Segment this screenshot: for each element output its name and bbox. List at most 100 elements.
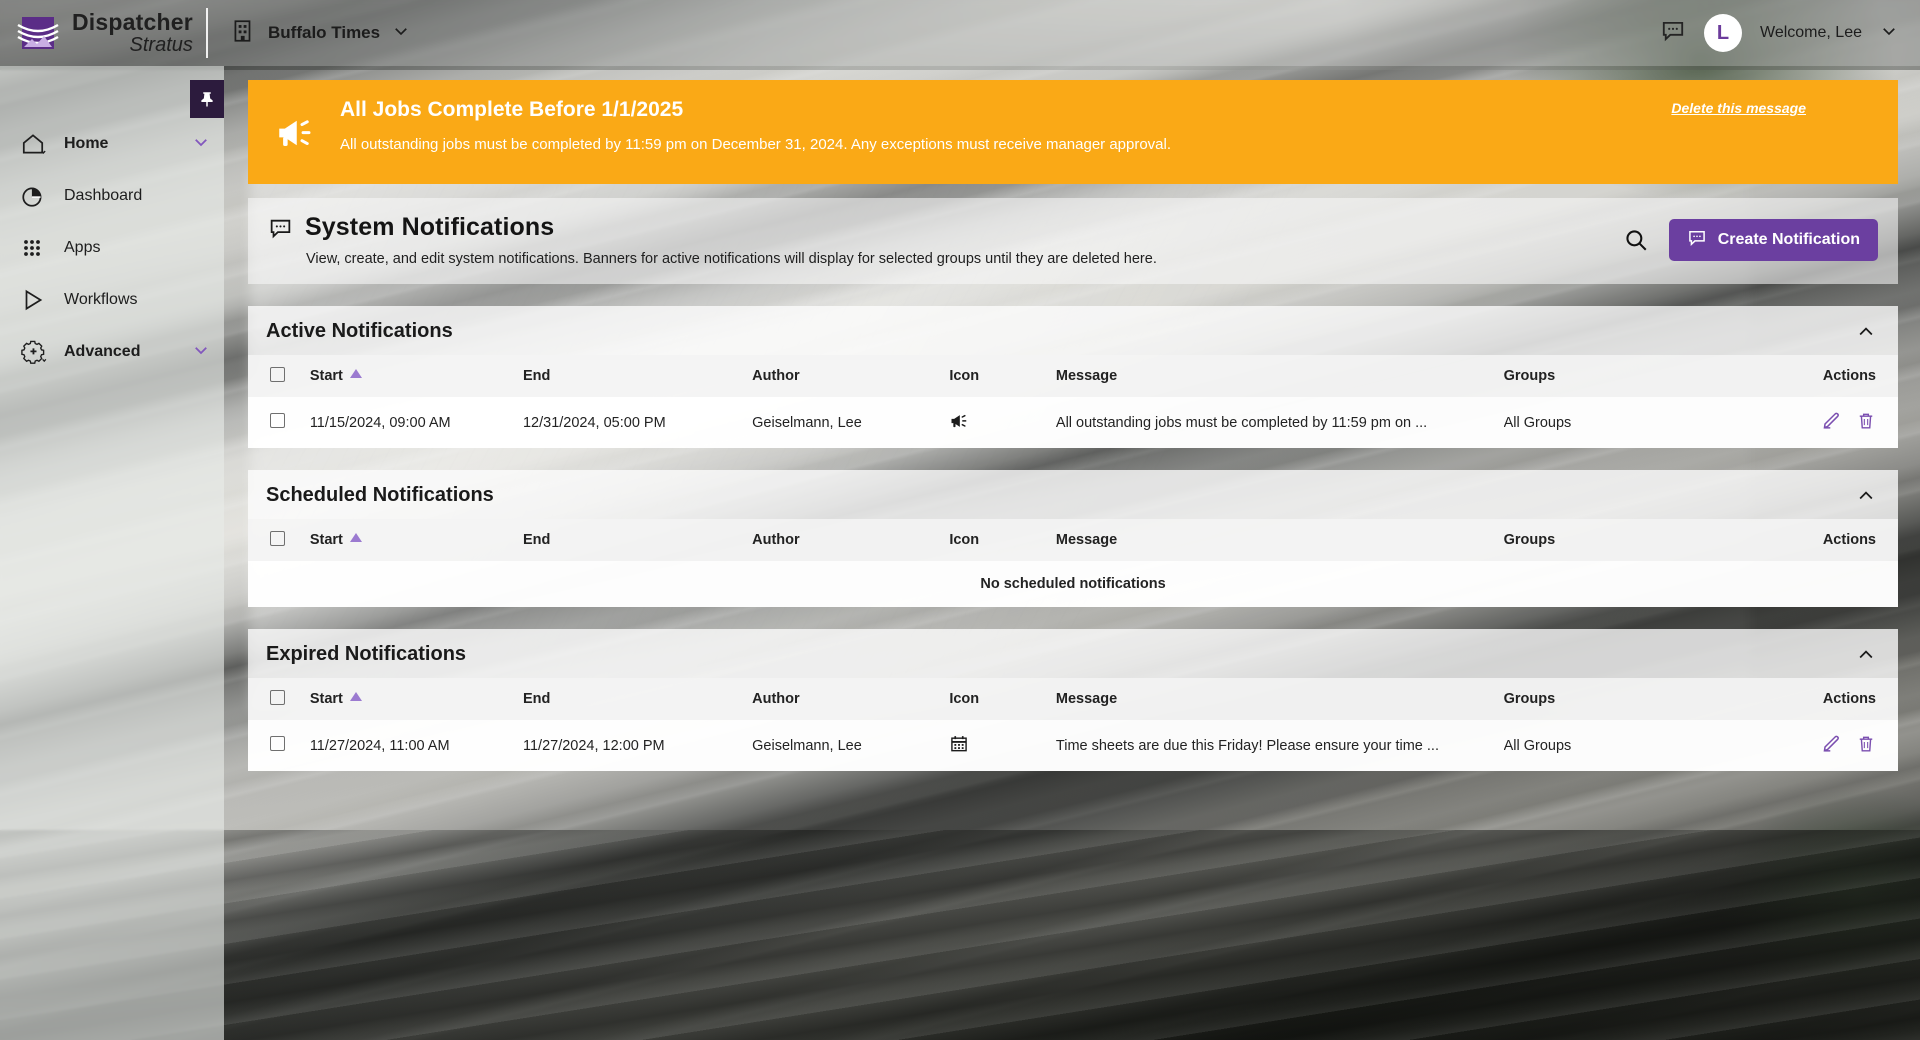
edit-pencil-icon[interactable] xyxy=(1821,410,1842,431)
notification-section: Scheduled Notifications Start End Author Ico… xyxy=(248,470,1898,607)
page-header: System Notifications View, create, and e… xyxy=(248,198,1898,284)
cell-groups: All Groups xyxy=(1503,720,1749,771)
row-icon-cell xyxy=(949,397,1056,448)
column-header-actions[interactable]: Actions xyxy=(1749,519,1898,561)
page-subtitle: View, create, and edit system notificati… xyxy=(306,251,1157,267)
pie-chart-icon xyxy=(20,183,64,209)
column-header-actions[interactable]: Actions xyxy=(1749,678,1898,720)
column-header-end[interactable]: End xyxy=(523,678,752,720)
chevron-down-icon xyxy=(192,341,210,363)
select-all-header xyxy=(248,519,310,561)
delete-trash-icon[interactable] xyxy=(1856,734,1876,754)
select-all-checkbox[interactable] xyxy=(270,366,285,382)
collapse-chevron-up-icon[interactable] xyxy=(1856,322,1876,342)
column-header-groups[interactable]: Groups xyxy=(1504,519,1749,561)
row-checkbox[interactable] xyxy=(270,736,285,751)
column-header-start[interactable]: Start xyxy=(310,519,523,561)
create-notification-label: Create Notification xyxy=(1717,231,1860,248)
column-header-message[interactable]: Message xyxy=(1056,519,1504,561)
column-header-author[interactable]: Author xyxy=(752,678,949,720)
messages-icon[interactable] xyxy=(1660,18,1686,49)
banner-body: All Jobs Complete Before 1/1/2025 All ou… xyxy=(340,98,1872,153)
page-title: System Notifications xyxy=(305,213,555,241)
collapse-chevron-up-icon[interactable] xyxy=(1856,645,1876,665)
sort-ascending-icon[interactable] xyxy=(349,692,362,701)
cell-message: Time sheets are due this Friday! Please … xyxy=(1055,720,1504,771)
delete-this-message-link[interactable]: Delete this message xyxy=(1671,100,1806,116)
cell-end: 12/31/2024, 05:00 PM xyxy=(522,397,753,448)
empty-state-text: No scheduled notifications xyxy=(248,561,1898,607)
row-select-cell xyxy=(248,397,310,448)
brand-logo-area[interactable]: Dispatcher Stratus xyxy=(0,11,196,55)
notifications-table: Start End Author Icon Message Groups Actions 11… xyxy=(248,355,1898,448)
column-header-groups[interactable]: Groups xyxy=(1504,678,1749,720)
column-header-groups[interactable]: Groups xyxy=(1504,355,1749,397)
column-header-message[interactable]: Message xyxy=(1056,355,1504,397)
table-row[interactable]: 11/15/2024, 09:00 AM 12/31/2024, 05:00 PM… xyxy=(248,397,1898,448)
empty-state-row: No scheduled notifications xyxy=(248,561,1898,607)
delete-trash-icon[interactable] xyxy=(1856,411,1876,431)
row-icon-cell xyxy=(949,720,1056,771)
edit-pencil-icon[interactable] xyxy=(1821,733,1842,754)
section-header: Active Notifications xyxy=(248,306,1898,355)
column-header-icon[interactable]: Icon xyxy=(949,678,1056,720)
cell-author: Geiselmann, Lee xyxy=(752,397,950,448)
top-bar-right: L Welcome, Lee xyxy=(1660,14,1920,52)
notification-bubble-icon xyxy=(1687,228,1707,253)
select-all-checkbox[interactable] xyxy=(270,530,285,546)
select-all-header xyxy=(248,678,310,720)
row-select-cell xyxy=(248,720,310,771)
column-header-start[interactable]: Start xyxy=(310,355,523,397)
row-checkbox[interactable] xyxy=(270,413,285,428)
create-notification-button[interactable]: Create Notification xyxy=(1668,219,1878,261)
grid-dots-icon xyxy=(20,236,64,260)
user-menu-chevron-down-icon[interactable] xyxy=(1880,22,1898,45)
calendar-icon xyxy=(949,735,969,758)
sidebar-item-advanced[interactable]: Advanced xyxy=(0,326,224,378)
sort-ascending-icon[interactable] xyxy=(349,533,362,542)
search-icon[interactable] xyxy=(1623,227,1649,253)
column-header-end[interactable]: End xyxy=(523,355,752,397)
select-all-checkbox[interactable] xyxy=(270,689,285,705)
column-header-author[interactable]: Author xyxy=(752,519,949,561)
column-header-icon[interactable]: Icon xyxy=(949,355,1056,397)
section-title: Active Notifications xyxy=(266,320,453,342)
avatar-initial: L xyxy=(1716,21,1730,44)
notification-section: Active Notifications Start End Author Icon Me… xyxy=(248,306,1898,448)
main-content: All Jobs Complete Before 1/1/2025 All ou… xyxy=(224,66,1920,1040)
column-header-message[interactable]: Message xyxy=(1056,678,1504,720)
cell-author: Geiselmann, Lee xyxy=(752,720,950,771)
play-triangle-icon xyxy=(20,287,64,313)
column-header-icon[interactable]: Icon xyxy=(949,519,1056,561)
sidebar-item-workflows[interactable]: Workflows xyxy=(0,274,224,326)
column-header-actions[interactable]: Actions xyxy=(1749,355,1898,397)
row-actions-cell xyxy=(1748,720,1898,771)
notifications-table: Start End Author Icon Message Groups Actions 11… xyxy=(248,678,1898,771)
column-header-start[interactable]: Start xyxy=(310,678,523,720)
notification-sections: Active Notifications Start End Author Icon Me… xyxy=(248,306,1898,771)
top-bar: Dispatcher Stratus Buffalo Times L Welco… xyxy=(0,0,1920,66)
table-row[interactable]: 11/27/2024, 11:00 AM 11/27/2024, 12:00 PM… xyxy=(248,720,1898,771)
notification-section: Expired Notifications Start End Author Icon M… xyxy=(248,629,1898,771)
sidebar-item-dashboard[interactable]: Dashboard xyxy=(0,170,224,222)
pin-sidebar-button[interactable] xyxy=(190,80,224,118)
table-header-row: Start End Author Icon Message Groups Actions xyxy=(248,355,1898,397)
building-icon xyxy=(230,18,256,49)
sidebar-item-label: Workflows xyxy=(64,291,138,308)
sort-ascending-icon[interactable] xyxy=(349,369,362,378)
sidebar-item-label: Dashboard xyxy=(64,187,143,204)
home-icon xyxy=(20,131,64,157)
column-header-author[interactable]: Author xyxy=(752,355,949,397)
org-selector[interactable]: Buffalo Times xyxy=(230,18,410,49)
row-actions-cell xyxy=(1748,397,1898,448)
brand-line-1: Dispatcher xyxy=(72,9,193,35)
avatar[interactable]: L xyxy=(1704,14,1743,52)
sidebar-item-apps[interactable]: Apps xyxy=(0,222,224,274)
collapse-chevron-up-icon[interactable] xyxy=(1856,486,1876,506)
sidebar-item-home[interactable]: Home xyxy=(0,118,224,170)
section-header: Expired Notifications xyxy=(248,629,1898,678)
cell-start: 11/15/2024, 09:00 AM xyxy=(309,397,523,448)
column-header-end[interactable]: End xyxy=(523,519,752,561)
megaphone-icon xyxy=(274,112,318,159)
select-all-header xyxy=(248,355,310,397)
